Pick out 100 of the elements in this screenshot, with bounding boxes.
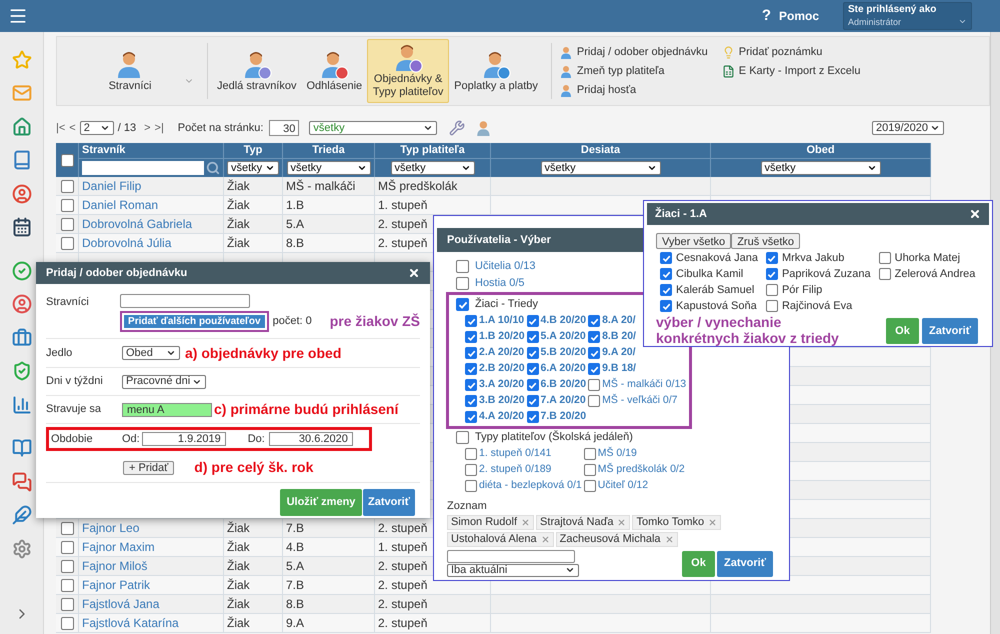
- checkbox[interactable]: [60, 540, 74, 554]
- option-label[interactable]: 2. stupeň 0/189: [479, 462, 552, 478]
- option-label[interactable]: 1.A 10/10: [479, 313, 524, 329]
- checkbox[interactable]: [584, 464, 596, 476]
- remove-icon[interactable]: [521, 518, 530, 526]
- remove-icon[interactable]: [708, 518, 718, 526]
- meal-select[interactable]: Obed: [122, 346, 180, 360]
- date-field[interactable]: 30.6.2020: [268, 432, 353, 446]
- checkbox[interactable]: [60, 180, 74, 192]
- per-page-field[interactable]: 30: [269, 120, 300, 136]
- option-label[interactable]: 1. stupeň 0/141: [479, 446, 552, 462]
- toolbar-link[interactable]: Pridaj hosťa: [576, 82, 636, 98]
- checkbox[interactable]: [526, 411, 539, 423]
- search-field[interactable]: [82, 161, 204, 175]
- student-label[interactable]: Cibulka Kamil: [676, 266, 744, 282]
- scrollbar[interactable]: [990, 32, 1000, 634]
- checkbox[interactable]: [456, 260, 469, 273]
- clear-all-button[interactable]: Zruš všetko: [731, 233, 800, 249]
- student-label[interactable]: Mrkva Jakub: [782, 250, 844, 266]
- settings-icon[interactable]: [12, 538, 32, 559]
- name-link[interactable]: Dobrovolná Júlia: [82, 234, 172, 252]
- checkbox[interactable]: [60, 218, 74, 230]
- checkbox[interactable]: [878, 268, 891, 280]
- checkbox[interactable]: [60, 616, 74, 630]
- option-label[interactable]: 4.B 20/20: [540, 313, 586, 329]
- toolbar-button[interactable]: Objednávky & Typy platiteľov: [367, 39, 450, 103]
- checkbox[interactable]: [465, 363, 477, 375]
- pen-icon[interactable]: [12, 505, 32, 526]
- name-link[interactable]: Fajstlová Jana: [82, 595, 160, 613]
- calendar-icon[interactable]: [12, 217, 32, 238]
- checkbox[interactable]: [60, 560, 74, 572]
- checkbox[interactable]: [456, 298, 469, 311]
- remove-icon[interactable]: [617, 518, 626, 526]
- checkbox[interactable]: [60, 522, 74, 534]
- name-link[interactable]: Fajnor Leo: [82, 519, 140, 537]
- chat-icon[interactable]: [12, 472, 32, 492]
- checkbox[interactable]: [766, 300, 778, 312]
- checkbox[interactable]: [526, 363, 539, 375]
- option-label[interactable]: 8.B 20/: [602, 329, 636, 345]
- checkbox[interactable]: [660, 284, 672, 296]
- user-icon[interactable]: [12, 184, 32, 204]
- checkbox[interactable]: [588, 315, 600, 327]
- checkbox[interactable]: [588, 363, 600, 375]
- remove-icon[interactable]: [664, 534, 674, 544]
- filter-select[interactable]: všetky: [227, 161, 279, 175]
- checkbox[interactable]: [766, 252, 778, 264]
- option-label[interactable]: 6.B 20/20: [540, 377, 586, 393]
- name-link[interactable]: Dobrovolná Gabriela: [82, 215, 192, 233]
- option-label[interactable]: diéta - bezlepková 0/1: [479, 478, 582, 494]
- star-icon[interactable]: [12, 50, 32, 70]
- checkbox[interactable]: [465, 395, 477, 407]
- checkbox[interactable]: [465, 464, 477, 476]
- tools-icon[interactable]: [449, 120, 466, 136]
- student-label[interactable]: Papriková Zuzana: [782, 266, 871, 282]
- checkbox[interactable]: [660, 268, 672, 280]
- close-icon[interactable]: [969, 208, 981, 220]
- search-icon[interactable]: [206, 161, 220, 175]
- book-icon[interactable]: [12, 150, 32, 170]
- checkbox[interactable]: [465, 480, 477, 492]
- date-field[interactable]: 1.9.2019: [142, 432, 226, 446]
- option-label[interactable]: 3.B 20/20: [479, 393, 525, 409]
- toolbar-link[interactable]: Pridať poznámku: [738, 44, 822, 60]
- help-icon[interactable]: ?: [762, 4, 771, 28]
- toolbar-link[interactable]: Zmeň typ platiteľa: [576, 62, 665, 80]
- group-link[interactable]: Hostia 0/5: [475, 275, 525, 292]
- student-label[interactable]: Rajčinová Eva: [782, 298, 852, 314]
- checkbox[interactable]: [60, 154, 74, 166]
- checkbox[interactable]: [584, 448, 596, 460]
- name-link[interactable]: Fajnor Patrik: [82, 576, 150, 594]
- select-all-button[interactable]: Vyber všetko: [656, 233, 732, 249]
- option-label[interactable]: 9.A 20/: [602, 345, 636, 361]
- ok-button[interactable]: Ok: [886, 318, 919, 344]
- checkbox[interactable]: [526, 315, 539, 327]
- option-label[interactable]: 5.A 20/20: [540, 329, 586, 345]
- option-label[interactable]: MŠ 0/19: [598, 446, 637, 462]
- close-icon[interactable]: [408, 267, 420, 279]
- option-label[interactable]: 8.A 20/: [602, 313, 636, 329]
- option-label[interactable]: MŠ - malkáči 0/13: [602, 377, 686, 393]
- group-label[interactable]: Typy platiteľov (Školská jedáleň): [475, 429, 633, 446]
- checkbox[interactable]: [526, 347, 539, 359]
- checkbox[interactable]: [588, 331, 600, 343]
- option-label[interactable]: 5.B 20/20: [540, 345, 586, 361]
- toolbar-button[interactable]: Poplatky a platby: [449, 39, 543, 103]
- option-label[interactable]: 1.B 20/20: [479, 329, 525, 345]
- checkbox[interactable]: [660, 252, 672, 264]
- option-label[interactable]: 3.A 20/20: [479, 377, 524, 393]
- checkbox[interactable]: [465, 411, 477, 423]
- checkbox[interactable]: [60, 598, 74, 610]
- name-link[interactable]: Fajnor Miloš: [82, 557, 148, 575]
- checkbox[interactable]: [465, 331, 477, 343]
- name-link[interactable]: Fajstlová Katarína: [82, 614, 179, 632]
- student-label[interactable]: Zelerová Andrea: [894, 266, 976, 282]
- next-page-link[interactable]: >: [144, 120, 151, 136]
- option-label[interactable]: 2.B 20/20: [479, 361, 525, 377]
- option-label[interactable]: 6.A 20/20: [540, 361, 586, 377]
- open-book-icon[interactable]: [12, 438, 32, 458]
- ok-button[interactable]: Ok: [682, 550, 715, 576]
- page-select[interactable]: 2: [80, 121, 114, 135]
- filter-select[interactable]: Iba aktuálni: [447, 564, 579, 576]
- checkbox[interactable]: [465, 379, 477, 391]
